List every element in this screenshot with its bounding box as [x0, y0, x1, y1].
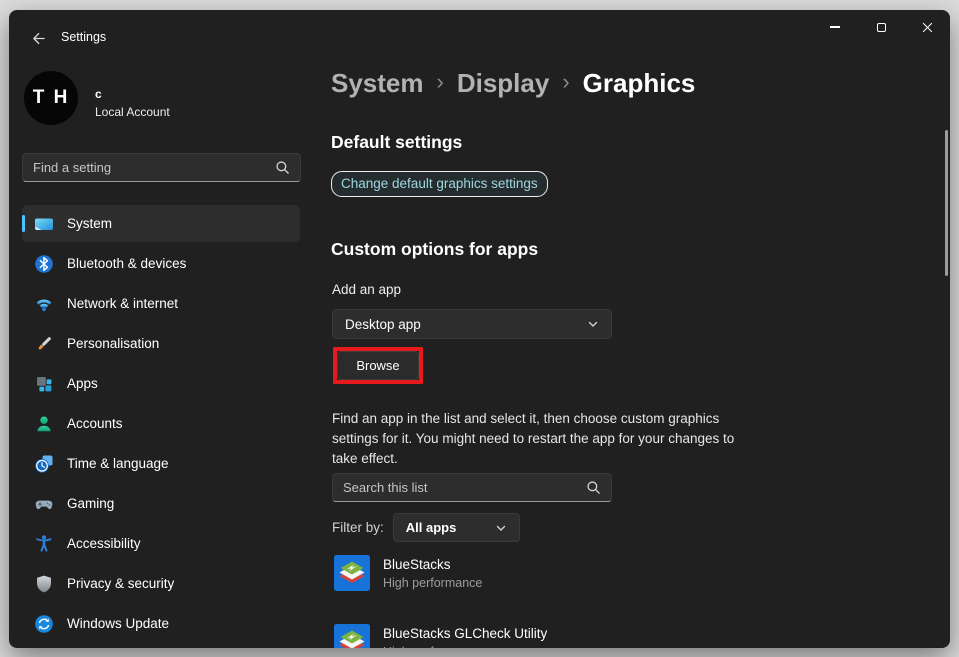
annotation-highlight-box: Browse: [333, 347, 423, 384]
sidebar-item-label: Windows Update: [67, 616, 169, 631]
bluestacks-icon: [334, 624, 370, 648]
chevron-down-icon: [495, 522, 507, 534]
app-row-bluestacks[interactable]: BlueStacks High performance: [334, 555, 482, 591]
system-icon: [34, 214, 54, 234]
sidebar-item-label: System: [67, 216, 112, 231]
breadcrumb-display[interactable]: Display: [457, 68, 550, 99]
sidebar-item-apps[interactable]: Apps: [22, 365, 300, 402]
settings-window: Settings T H c Local Account System: [9, 10, 950, 648]
sidebar-item-accessibility[interactable]: Accessibility: [22, 525, 300, 562]
accounts-icon: [34, 414, 54, 434]
gaming-icon: [34, 494, 54, 514]
bluestacks-icon: [334, 555, 370, 591]
filter-dropdown-value: All apps: [406, 520, 457, 535]
sidebar-item-system[interactable]: System: [22, 205, 300, 242]
sidebar-item-label: Apps: [67, 376, 98, 391]
privacy-security-icon: [34, 574, 54, 594]
breadcrumb-separator-icon: ›: [437, 69, 444, 95]
sidebar-item-label: Time & language: [67, 456, 169, 471]
app-graphics-preference: High performance: [383, 645, 547, 648]
sidebar-item-bluetooth-devices[interactable]: Bluetooth & devices: [22, 245, 300, 282]
sidebar-item-label: Privacy & security: [67, 576, 174, 591]
avatar-initials: T H: [33, 87, 70, 109]
filter-row: Filter by: All apps: [332, 513, 520, 542]
description-line: settings for it. You might need to resta…: [332, 429, 772, 449]
accessibility-icon: [34, 534, 54, 554]
sidebar-item-label: Accounts: [67, 416, 123, 431]
app-graphics-preference: High performance: [383, 576, 482, 590]
app-type-dropdown[interactable]: Desktop app: [332, 309, 612, 339]
sidebar-item-label: Accessibility: [67, 536, 141, 551]
search-icon[interactable]: [275, 160, 290, 175]
sidebar-item-personalisation[interactable]: Personalisation: [22, 325, 300, 362]
sidebar-nav: System Bluetooth & devices Network & int…: [22, 205, 300, 645]
app-title: Settings: [61, 30, 106, 44]
personalisation-icon: [34, 334, 54, 354]
search-icon[interactable]: [586, 480, 601, 495]
selection-pill: [22, 215, 25, 232]
app-name: BlueStacks: [383, 557, 482, 572]
change-default-graphics-link[interactable]: Change default graphics settings: [331, 171, 548, 197]
settings-search-input[interactable]: [23, 160, 275, 175]
add-an-app-label: Add an app: [332, 282, 401, 297]
breadcrumb-graphics: Graphics: [583, 68, 696, 99]
app-row-bluestacks-glcheck[interactable]: BlueStacks GLCheck Utility High performa…: [334, 624, 547, 648]
time-language-icon: [34, 454, 54, 474]
sidebar-item-gaming[interactable]: Gaming: [22, 485, 300, 522]
app-list-search-input[interactable]: [333, 480, 586, 495]
custom-options-heading: Custom options for apps: [331, 239, 538, 260]
filter-by-label: Filter by:: [332, 520, 384, 535]
bluetooth-icon: [34, 254, 54, 274]
sidebar-item-privacy-security[interactable]: Privacy & security: [22, 565, 300, 602]
sidebar-item-label: Network & internet: [67, 296, 178, 311]
default-settings-heading: Default settings: [331, 132, 462, 153]
graphics-settings-page: System › Display › Graphics Default sett…: [331, 10, 931, 648]
description-line: take effect.: [332, 449, 772, 469]
back-arrow-icon: [31, 31, 46, 46]
sidebar-item-accounts[interactable]: Accounts: [22, 405, 300, 442]
back-button[interactable]: [23, 26, 53, 50]
filter-dropdown[interactable]: All apps: [393, 513, 520, 542]
apps-icon: [34, 374, 54, 394]
settings-search-box[interactable]: [22, 153, 301, 182]
avatar[interactable]: T H: [24, 71, 78, 125]
app-list-description: Find an app in the list and select it, t…: [332, 409, 772, 469]
sidebar-item-time-language[interactable]: Time & language: [22, 445, 300, 482]
sidebar-item-windows-update[interactable]: Windows Update: [22, 605, 300, 642]
description-line: Find an app in the list and select it, t…: [332, 409, 772, 429]
vertical-scrollbar[interactable]: [945, 130, 948, 276]
breadcrumb-system[interactable]: System: [331, 68, 424, 99]
breadcrumb-separator-icon: ›: [562, 69, 569, 95]
chevron-down-icon: [587, 318, 599, 330]
network-icon: [34, 294, 54, 314]
sidebar-item-label: Bluetooth & devices: [67, 256, 186, 271]
sidebar-item-label: Gaming: [67, 496, 114, 511]
app-list-search-box[interactable]: [332, 473, 612, 502]
app-name: BlueStacks GLCheck Utility: [383, 626, 547, 641]
sidebar-item-network-internet[interactable]: Network & internet: [22, 285, 300, 322]
account-name: c: [95, 87, 102, 101]
breadcrumb: System › Display › Graphics: [331, 68, 695, 99]
windows-update-icon: [34, 614, 54, 634]
sidebar-item-label: Personalisation: [67, 336, 159, 351]
app-type-dropdown-value: Desktop app: [345, 317, 421, 332]
account-type: Local Account: [95, 105, 170, 119]
browse-button[interactable]: Browse: [337, 351, 419, 380]
